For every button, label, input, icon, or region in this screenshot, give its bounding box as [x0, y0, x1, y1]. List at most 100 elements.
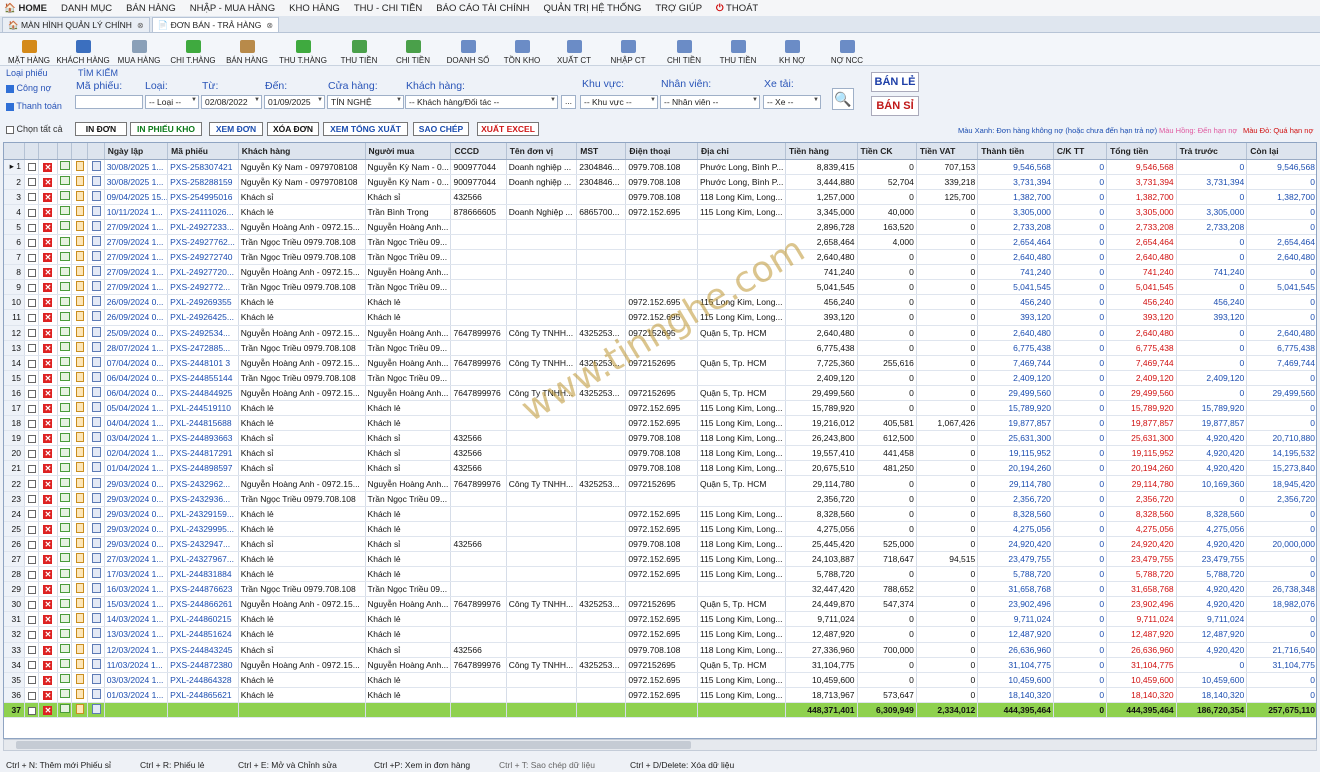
delete-icon[interactable]: ✕ [38, 234, 58, 251]
copy-button[interactable]: SAO CHÉP [413, 122, 469, 136]
order-code-input[interactable] [75, 95, 143, 109]
table-row[interactable]: 29 ✕ 16/03/2024 1... PXS-244876623 Trần Ngọc… [4, 581, 1316, 598]
column-header[interactable]: Ngày lập [104, 143, 169, 160]
edit-icon[interactable] [57, 611, 72, 628]
document-icon[interactable] [87, 702, 105, 718]
column-header[interactable]: MST [576, 143, 627, 160]
row-checkbox[interactable] [24, 355, 40, 371]
note-icon[interactable] [71, 400, 89, 417]
column-header[interactable]: Trả trước [1176, 143, 1248, 160]
note-icon[interactable] [71, 174, 89, 190]
document-icon[interactable] [87, 460, 105, 477]
menu-home[interactable]: 🏠 HOME [4, 3, 47, 14]
type-select[interactable]: -- Loại -- ▼ [145, 95, 199, 109]
table-row[interactable]: 10 ✕ 26/09/2024 0... PXL-249269355 Khách lẻ K… [4, 294, 1316, 311]
row-checkbox[interactable] [24, 596, 40, 613]
note-icon[interactable] [71, 279, 89, 296]
table-row[interactable]: 33 ✕ 12/03/2024 1... PXS-244843245 Khách sỉ K… [4, 642, 1316, 658]
customer-search-button[interactable]: ... [561, 95, 576, 109]
row-checkbox[interactable] [24, 475, 40, 492]
table-row[interactable]: 20 ✕ 02/04/2024 1... PXS-244817291 Khách sỉ K… [4, 445, 1316, 462]
table-row[interactable]: 31 ✕ 14/03/2024 1... PXL-244860215 Khách lẻ K… [4, 611, 1316, 628]
table-row[interactable]: 34 ✕ 11/03/2024 1... PXS-244872380 Nguyễn Ho… [4, 657, 1316, 673]
document-icon[interactable] [87, 430, 105, 447]
document-icon[interactable] [87, 445, 105, 462]
toolbar-button-10[interactable]: XUẤT CT [548, 34, 600, 65]
note-icon[interactable] [71, 672, 89, 688]
row-checkbox[interactable] [24, 445, 40, 462]
edit-icon[interactable] [57, 521, 72, 537]
print-warehouse-button[interactable]: IN PHIẾU KHO [130, 122, 202, 136]
note-icon[interactable] [71, 551, 89, 568]
row-checkbox[interactable] [24, 626, 40, 643]
row-checkbox[interactable] [24, 611, 40, 628]
table-row[interactable]: 27 ✕ 27/03/2024 1... PXL-24327967... Khách l… [4, 551, 1316, 568]
note-icon[interactable] [71, 234, 89, 251]
delete-icon[interactable]: ✕ [38, 581, 58, 598]
customer-select[interactable]: -- Khách hàng/Đối tác -- ▼ [405, 95, 558, 109]
table-row[interactable]: 24 ✕ 29/03/2024 0... PXL-24329159... Khách l… [4, 506, 1316, 522]
delete-icon[interactable]: ✕ [38, 551, 58, 568]
table-row[interactable]: 5 ✕ 27/09/2024 1... PXL-24927233... Nguyễn H… [4, 219, 1316, 235]
delete-icon[interactable]: ✕ [38, 400, 58, 417]
search-icon[interactable]: 🔍 [832, 88, 854, 110]
calendar-icon[interactable]: ▼ [317, 97, 323, 103]
delete-icon[interactable]: ✕ [38, 174, 58, 190]
edit-icon[interactable] [57, 657, 72, 673]
edit-icon[interactable] [57, 702, 72, 718]
document-icon[interactable] [87, 294, 105, 311]
delete-icon[interactable]: ✕ [38, 385, 58, 402]
document-icon[interactable] [87, 536, 105, 552]
note-icon[interactable] [71, 581, 89, 598]
toolbar-button-11[interactable]: NHẬP CT [600, 34, 656, 65]
document-icon[interactable] [87, 189, 105, 205]
delete-icon[interactable]: ✕ [38, 536, 58, 552]
note-icon[interactable] [71, 536, 89, 552]
menu-kho-hang[interactable]: KHO HÀNG [289, 3, 340, 14]
delete-icon[interactable]: ✕ [38, 491, 58, 507]
delete-icon[interactable]: ✕ [38, 294, 58, 311]
delete-icon[interactable]: ✕ [38, 309, 58, 326]
edit-icon[interactable] [57, 279, 72, 296]
row-checkbox[interactable] [24, 430, 40, 447]
toolbar-button-8[interactable]: DOANH SỐ [440, 34, 496, 65]
row-checkbox[interactable] [24, 309, 40, 326]
menu-thoat[interactable]: ⏻ THOÁT [716, 3, 772, 14]
note-icon[interactable] [71, 309, 89, 326]
document-icon[interactable] [87, 400, 105, 417]
view-total-export-button[interactable]: XEM TỔNG XUẤT [323, 122, 408, 136]
note-icon[interactable] [71, 204, 89, 220]
row-checkbox[interactable] [24, 415, 40, 432]
edit-icon[interactable] [57, 174, 72, 190]
edit-icon[interactable] [57, 325, 72, 341]
column-header[interactable]: Điện thoại [625, 143, 698, 160]
truck-select[interactable]: -- Xe -- ▼ [763, 95, 821, 109]
row-checkbox[interactable] [24, 460, 40, 477]
note-icon[interactable] [71, 702, 89, 718]
delete-icon[interactable]: ✕ [38, 596, 58, 613]
note-icon[interactable] [71, 657, 89, 673]
toolbar-button-12[interactable]: CHI TIỀN [656, 34, 712, 65]
note-icon[interactable] [71, 355, 89, 371]
document-icon[interactable] [87, 506, 105, 522]
row-checkbox[interactable] [24, 581, 40, 598]
edit-icon[interactable] [57, 596, 72, 613]
document-icon[interactable] [87, 521, 105, 537]
row-checkbox[interactable] [24, 551, 40, 568]
delete-icon[interactable]: ✕ [38, 702, 58, 718]
menu-tro-giup[interactable]: TRỢ GIÚP [655, 3, 702, 14]
delete-icon[interactable]: ✕ [38, 672, 58, 688]
toolbar-button-15[interactable]: NỢ NCC [820, 34, 874, 65]
note-icon[interactable] [71, 189, 89, 205]
document-icon[interactable] [87, 355, 105, 371]
row-checkbox[interactable] [24, 204, 40, 220]
table-row[interactable]: 7 ✕ 27/09/2024 1... PXS-249272740 Trần Ngọc … [4, 249, 1316, 266]
debt-checkbox[interactable]: Công nợ [6, 83, 51, 93]
column-header[interactable]: Người mua [365, 143, 452, 160]
delete-icon[interactable]: ✕ [38, 687, 58, 703]
delete-icon[interactable]: ✕ [38, 370, 58, 386]
row-checkbox[interactable] [24, 536, 40, 552]
delete-icon[interactable]: ✕ [38, 475, 58, 492]
export-excel-button[interactable]: XUẤT EXCEL [477, 122, 539, 136]
note-icon[interactable] [71, 294, 89, 311]
